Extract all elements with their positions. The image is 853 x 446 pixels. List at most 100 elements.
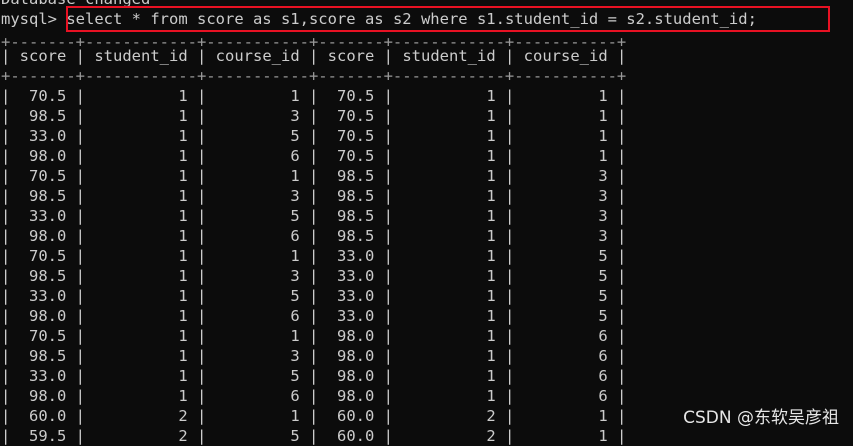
table-cell: 5 [514,267,617,285]
table-cell: 5 [206,287,309,305]
table-cell: 1 [85,187,197,205]
table-cell: 3 [206,187,309,205]
table-cell: 70.5 [318,107,384,125]
table-cell: 1 [206,167,309,185]
table-cell: 3 [514,187,617,205]
table-cell: 1 [85,267,197,285]
table-cell: 33.0 [318,287,384,305]
table-cell: 6 [514,327,617,345]
table-cell: 5 [514,247,617,265]
table-cell: 1 [85,207,197,225]
table-cell: 1 [514,407,617,425]
table-header-row: | score | student_id | course_id | score… [1,47,627,65]
table-cell: 98.5 [10,187,76,205]
table-cell: 1 [393,87,505,105]
table-cell: 1 [393,347,505,365]
table-cell: 6 [206,147,309,165]
table-header-border: +-------+------------+-----------+------… [1,67,627,85]
table-cell: 6 [206,387,309,405]
table-row: | 98.0 | 1 | 6 | 70.5 | 1 | 1 | [1,147,627,165]
table-cell: 1 [514,107,617,125]
table-cell: 1 [514,427,617,445]
table-cell: 1 [85,307,197,325]
table-cell: 1 [393,267,505,285]
table-cell: 1 [393,387,505,405]
table-cell: 2 [85,407,197,425]
table-cell: 2 [85,427,197,445]
table-cell: 1 [514,127,617,145]
table-row: | 33.0 | 1 | 5 | 70.5 | 1 | 1 | [1,127,627,145]
table-cell: 98.0 [10,147,76,165]
table-cell: 1 [393,367,505,385]
table-cell: 3 [206,347,309,365]
table-cell: 70.5 [10,247,76,265]
table-cell: 98.0 [318,347,384,365]
result-table-body: | 70.5 | 1 | 1 | 70.5 | 1 | 1 | | 98.5 | … [0,86,626,446]
table-cell: 2 [393,427,505,445]
table-cell: 1 [85,287,197,305]
table-cell: 98.5 [10,267,76,285]
table-cell: 1 [514,87,617,105]
table-cell: 33.0 [10,287,76,305]
table-row: | 98.5 | 1 | 3 | 70.5 | 1 | 1 | [1,107,627,125]
table-cell: 98.5 [318,167,384,185]
mysql-prompt: mysql> [1,10,57,28]
table-cell: 1 [85,347,197,365]
table-cell: 98.0 [10,307,76,325]
table-cell: 33.0 [318,267,384,285]
table-cell: 60.0 [318,427,384,445]
table-cell: 1 [85,87,197,105]
table-row: | 70.5 | 1 | 1 | 98.0 | 1 | 6 | [1,327,627,345]
table-cell: 1 [206,407,309,425]
table-cell: 1 [85,327,197,345]
table-cell: 1 [206,87,309,105]
table-cell: 60.0 [10,407,76,425]
table-cell: 98.0 [318,387,384,405]
table-cell: 5 [206,127,309,145]
table-cell: 6 [514,347,617,365]
column-header: course_id [514,47,617,65]
table-cell: 1 [393,107,505,125]
table-cell: 3 [514,207,617,225]
table-cell: 70.5 [10,167,76,185]
table-cell: 98.0 [10,227,76,245]
table-cell: 1 [393,247,505,265]
table-cell: 70.5 [318,127,384,145]
table-cell: 1 [206,247,309,265]
table-cell: 1 [85,227,197,245]
table-row: | 98.5 | 1 | 3 | 33.0 | 1 | 5 | [1,267,627,285]
column-header: student_id [85,47,197,65]
table-cell: 70.5 [318,147,384,165]
table-cell: 98.0 [10,387,76,405]
table-row: | 70.5 | 1 | 1 | 98.5 | 1 | 3 | [1,167,627,185]
table-row: | 70.5 | 1 | 1 | 33.0 | 1 | 5 | [1,247,627,265]
table-cell: 5 [206,367,309,385]
table-cell: 1 [206,327,309,345]
table-cell: 3 [206,107,309,125]
table-cell: 33.0 [10,127,76,145]
table-cell: 1 [85,147,197,165]
table-cell: 6 [206,227,309,245]
table-row: | 98.0 | 1 | 6 | 98.0 | 1 | 6 | [1,387,627,405]
table-cell: 1 [393,127,505,145]
table-cell: 3 [514,167,617,185]
table-cell: 1 [393,307,505,325]
table-cell: 1 [85,247,197,265]
table-cell: 1 [514,147,617,165]
table-cell: 1 [393,187,505,205]
table-cell: 1 [393,327,505,345]
table-cell: 33.0 [318,247,384,265]
table-cell: 98.5 [318,227,384,245]
table-cell: 98.0 [318,327,384,345]
table-row: | 98.0 | 1 | 6 | 98.5 | 1 | 3 | [1,227,627,245]
table-row: | 33.0 | 1 | 5 | 98.5 | 1 | 3 | [1,207,627,225]
table-cell: 98.5 [318,207,384,225]
table-cell: 3 [514,227,617,245]
table-cell: 6 [206,307,309,325]
table-row: | 98.5 | 1 | 3 | 98.0 | 1 | 6 | [1,347,627,365]
table-cell: 6 [514,387,617,405]
table-cell: 3 [206,267,309,285]
table-row: | 98.0 | 1 | 6 | 33.0 | 1 | 5 | [1,307,627,325]
table-row: | 33.0 | 1 | 5 | 98.0 | 1 | 6 | [1,367,627,385]
table-cell: 5 [514,287,617,305]
